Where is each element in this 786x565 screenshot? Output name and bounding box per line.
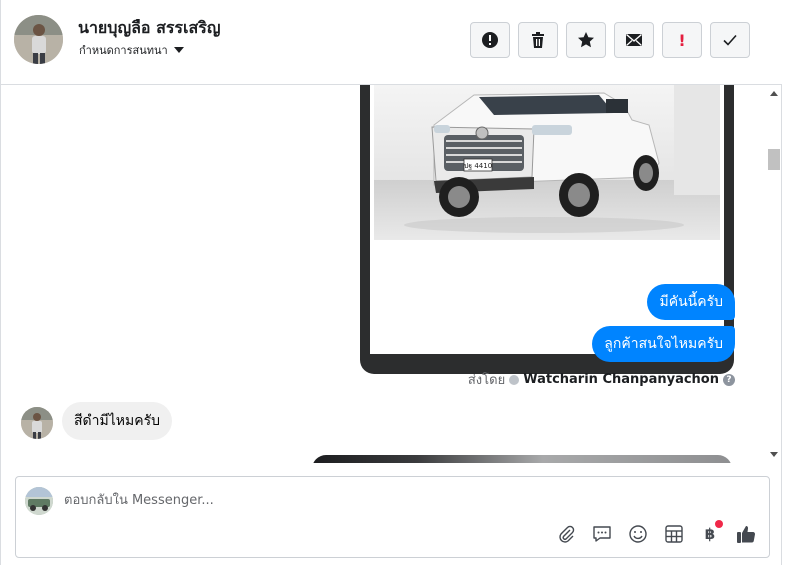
- sender-name: Watcharin Chanpanyachon: [523, 372, 719, 387]
- composer-actions: ฿: [555, 520, 757, 545]
- thumbs-up-icon: [737, 526, 756, 543]
- done-button[interactable]: [710, 22, 750, 58]
- mark-unread-button[interactable]: [614, 22, 654, 58]
- scrollbar-thumb[interactable]: [768, 149, 780, 170]
- reply-input[interactable]: [64, 489, 744, 511]
- alert-circle-icon: [482, 32, 498, 48]
- envelope-icon: [626, 33, 642, 46]
- help-icon[interactable]: ?: [723, 373, 735, 386]
- photo-attachment[interactable]: [312, 455, 732, 463]
- scroll-up-arrow-icon[interactable]: [770, 91, 778, 96]
- conversation-header: นายบุญลือ สรรเสริญ กำหนดการสนทนา !: [1, 0, 782, 85]
- assign-label: กำหนดการสนทนา: [79, 44, 168, 57]
- star-icon: [578, 32, 594, 48]
- payment-button[interactable]: ฿: [699, 520, 723, 545]
- messenger-window: นายบุญลือ สรรเสริญ กำหนดการสนทนา ! ปฐ 44…: [0, 0, 782, 565]
- like-button[interactable]: [735, 523, 757, 545]
- license-plate: ปฐ 4410: [464, 162, 492, 170]
- reply-composer: ฿: [15, 476, 770, 558]
- contact-avatar[interactable]: [14, 15, 63, 64]
- contact-name: นายบุญลือ สรรเสริญ: [78, 18, 221, 37]
- alert-button[interactable]: [470, 22, 510, 58]
- scroll-down-arrow-icon[interactable]: [770, 452, 778, 457]
- outgoing-message[interactable]: ลูกค้าสนใจไหมครับ: [592, 326, 735, 362]
- page-avatar: [25, 487, 53, 515]
- exclamation-icon: !: [678, 30, 686, 50]
- thread-scrollbar[interactable]: [767, 85, 781, 463]
- attachment-button[interactable]: [555, 523, 577, 545]
- catalog-icon: [665, 525, 683, 543]
- incoming-message[interactable]: สีดำมีไหมครับ: [62, 402, 172, 440]
- saved-reply-icon: [593, 526, 611, 542]
- notification-dot: [715, 520, 723, 528]
- spam-button[interactable]: !: [662, 22, 702, 58]
- assign-conversation-dropdown[interactable]: กำหนดการสนทนา: [79, 41, 184, 59]
- saved-reply-button[interactable]: [591, 523, 613, 545]
- emoji-icon: [629, 525, 647, 543]
- message-thread: ปฐ 4410 มีคันนี้ครับ ลูกค้าสนใจไหมครับ ส…: [1, 85, 767, 463]
- star-button[interactable]: [566, 22, 606, 58]
- sender-status-icon: [509, 374, 520, 385]
- delete-button[interactable]: [518, 22, 558, 58]
- outgoing-message[interactable]: มีคันนี้ครับ: [647, 284, 735, 320]
- caret-down-icon: [173, 47, 184, 53]
- sent-by-prefix: ส่งโดย: [467, 373, 506, 388]
- emoji-button[interactable]: [627, 523, 649, 545]
- conversation-toolbar: !: [470, 22, 750, 58]
- contact-avatar-small[interactable]: [21, 407, 53, 439]
- trash-icon: [532, 32, 544, 48]
- sent-by-label: ส่งโดย Watcharin Chanpanyachon ?: [468, 369, 735, 390]
- checkmark-icon: [723, 34, 737, 46]
- catalog-button[interactable]: [663, 523, 685, 545]
- payment-icon: ฿: [704, 525, 716, 543]
- attachment-icon: [559, 525, 575, 543]
